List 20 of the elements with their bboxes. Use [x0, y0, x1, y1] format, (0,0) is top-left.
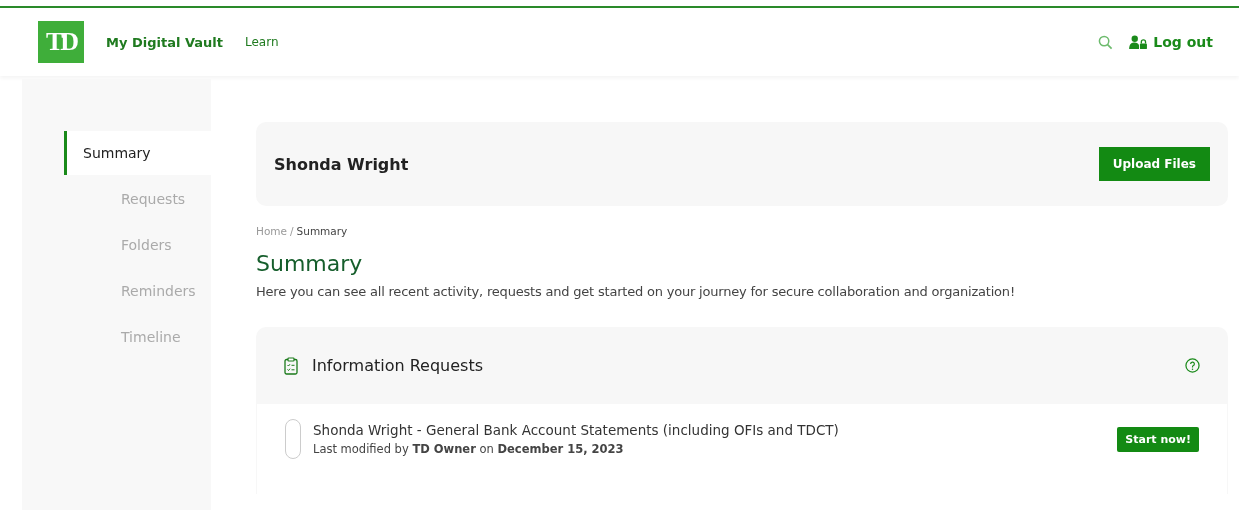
breadcrumb-link[interactable]: Summary — [296, 225, 348, 237]
breadcrumb-separator: / — [290, 225, 294, 237]
clipboard-icon — [284, 356, 298, 375]
logo[interactable]: TD — [38, 21, 84, 63]
profile-name: Shonda Wright — [274, 154, 409, 174]
intro-text: Here you can see all recent activity, requests and get started on your journey for secure collaboration and organization! — [256, 284, 1016, 299]
user-lock-icon — [1129, 34, 1149, 50]
help-icon[interactable] — [1185, 358, 1200, 373]
request-meta: Last modified by TD Owner on December 15, 2023 — [313, 442, 625, 456]
sidebar-item[interactable]: Summary — [64, 131, 211, 175]
logout-button[interactable]: Log out — [1129, 34, 1213, 50]
page-title: Summary — [256, 251, 364, 276]
nav-link[interactable]: Learn — [244, 35, 279, 49]
start-button[interactable]: Start now! — [1117, 426, 1199, 452]
panel-title: Information Requests — [312, 356, 484, 375]
request-title[interactable]: Shonda Wright - General Bank Account Statements (including OFIs and TDCT) — [313, 422, 839, 438]
upload-button[interactable]: Upload Files — [1098, 147, 1210, 181]
search-icon[interactable] — [1098, 34, 1114, 50]
app-name[interactable]: My Digital Vault — [106, 34, 223, 50]
breadcrumb-link[interactable]: Home — [256, 225, 287, 237]
